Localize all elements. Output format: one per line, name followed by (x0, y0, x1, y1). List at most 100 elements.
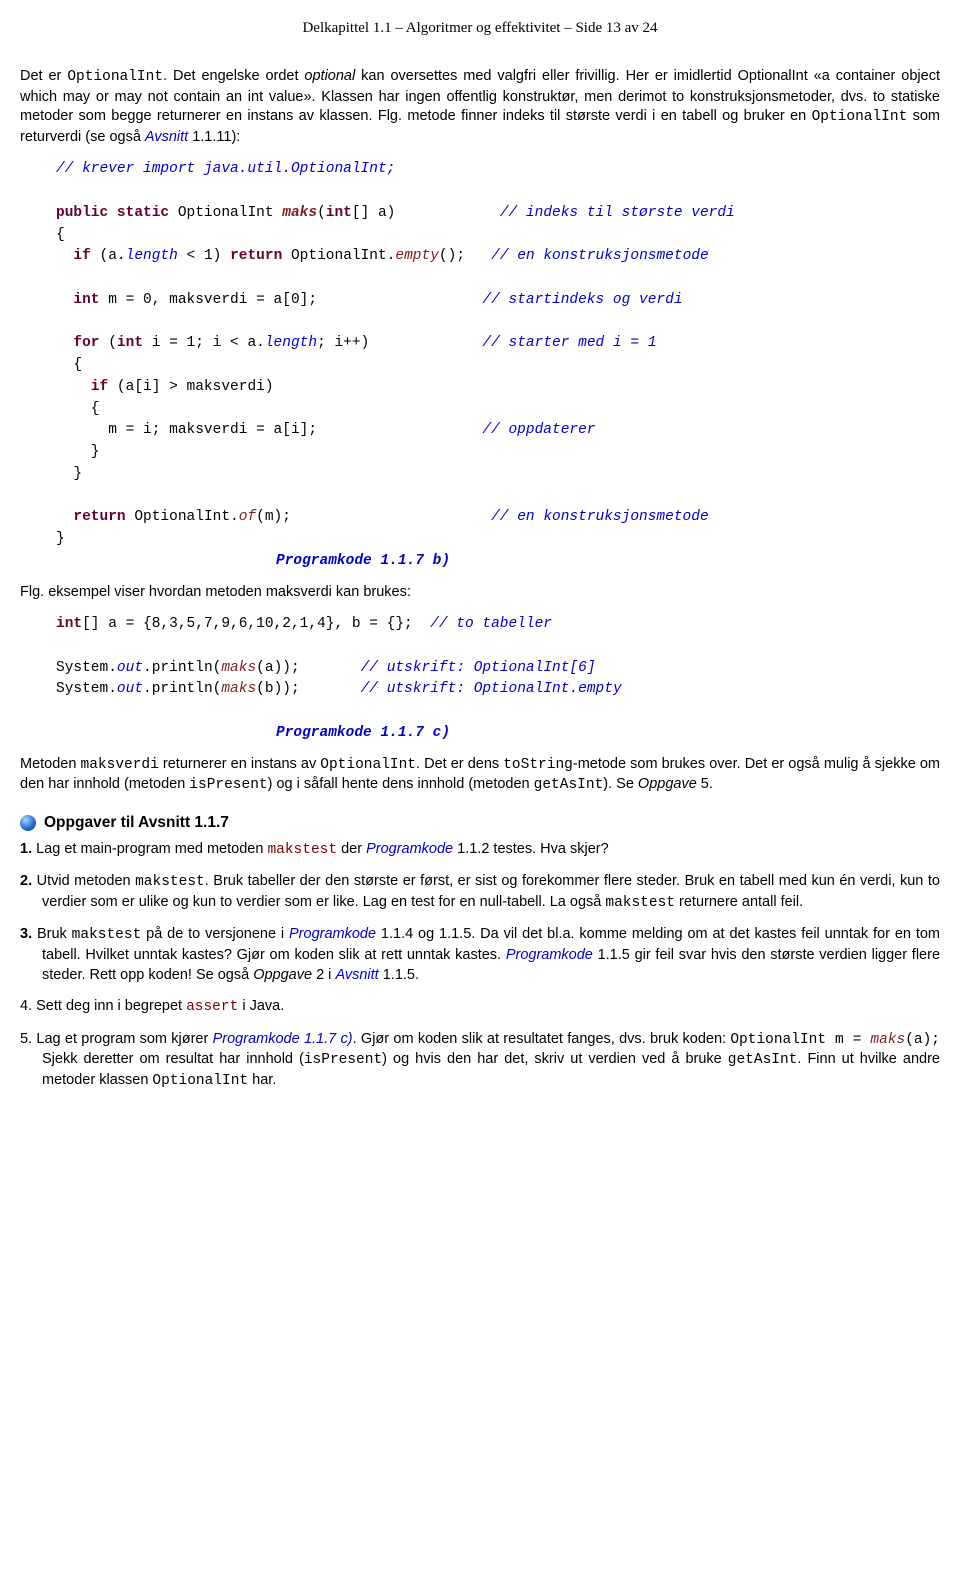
keyword: if (56, 248, 91, 264)
text: (a[i] > maksverdi) (108, 379, 273, 395)
paragraph-2: Flg. eksempel viser hvordan metoden maks… (20, 583, 940, 603)
text: OptionalInt. (282, 248, 395, 264)
section-title-text: Oppgaver til Avsnitt 1.1.7 (44, 814, 229, 832)
link-programkode[interactable]: Programkode (506, 947, 593, 963)
text: [] a) (352, 205, 396, 221)
comment: // to tabeller (430, 616, 552, 632)
code-caption: Programkode 1.1.7 b) (276, 551, 940, 573)
text: . Det engelske ordet (163, 68, 304, 84)
property: out (117, 660, 143, 676)
code-inline: OptionalInt (152, 1073, 248, 1089)
method: maks (221, 681, 256, 697)
keyword: int (326, 205, 352, 221)
comment: // oppdaterer (482, 422, 595, 438)
text: 1.1.2 testes. Hva skjer? (453, 841, 609, 857)
property: length (126, 248, 178, 264)
link-avsnitt[interactable]: Avsnitt (145, 129, 188, 145)
text: i = 1; i < a. (143, 335, 265, 351)
method: empty (395, 248, 439, 264)
comment: // utskrift: OptionalInt.empty (361, 681, 622, 697)
code-inline: maksverdi (81, 757, 159, 773)
section-heading-oppgaver: Oppgaver til Avsnitt 1.1.7 (20, 814, 940, 832)
text: ( (100, 335, 117, 351)
function-name: maks (282, 205, 317, 221)
code-inline: OptionalInt m = (730, 1032, 870, 1048)
brace: { (56, 227, 65, 243)
text: .println( (143, 660, 221, 676)
brace: { (56, 357, 82, 373)
link-programkode[interactable]: Programkode (213, 1031, 300, 1047)
brace: } (56, 466, 82, 482)
text: Lag et program som kjører (32, 1031, 213, 1047)
keyword: if (56, 379, 108, 395)
item-number: 3. (20, 926, 32, 942)
code-inline: makstest (267, 842, 337, 858)
code-block-2: int[] a = {8,3,5,7,9,6,10,2,1,4}, b = {}… (56, 614, 940, 745)
code-block-1: // krever import java.util.OptionalInt; … (56, 159, 940, 572)
text: Sjekk deretter om resultat har innhold ( (42, 1051, 304, 1067)
link-programkode-c[interactable]: 1.1.7 c) (304, 1031, 353, 1047)
item-number: 4. (20, 998, 32, 1014)
exercise-list: 1. Lag et main-program med metoden makst… (20, 840, 940, 1092)
text: Utvid metoden (32, 873, 135, 889)
paragraph-1: Det er OptionalInt. Det engelske ordet o… (20, 67, 940, 147)
text: i Java. (238, 998, 284, 1014)
text: Bruk (32, 926, 72, 942)
brace: } (56, 531, 65, 547)
keyword: return (230, 248, 282, 264)
paragraph-3: Metoden maksverdi returnerer en instans … (20, 755, 940, 796)
keyword: int (117, 335, 143, 351)
italic-text: Oppgave (253, 967, 312, 983)
type: OptionalInt (178, 205, 274, 221)
comment: // indeks til største verdi (500, 205, 735, 221)
comment: // starter med i = 1 (482, 335, 656, 351)
text: 5. (697, 776, 713, 792)
method: of (239, 509, 256, 525)
exercise-item-5: 5. Lag et program som kjører Programkode… (20, 1030, 940, 1092)
italic-text: Oppgave (638, 776, 697, 792)
comment: // en konstruksjonsmetode (491, 509, 709, 525)
text: (a. (91, 248, 126, 264)
text: System. (56, 660, 117, 676)
item-number: 5. (20, 1031, 32, 1047)
item-number: 1. (20, 841, 32, 857)
text: ) og i såfall hente dens innhold (metode… (268, 776, 534, 792)
code-inline: makstest (135, 874, 205, 890)
method: maks (870, 1032, 905, 1048)
text: m = 0, maksverdi = a[0]; (100, 292, 318, 308)
keyword: int (56, 616, 82, 632)
code-inline: toString (503, 757, 573, 773)
comment: // krever import java.util.OptionalInt; (56, 161, 395, 177)
keyword: public static (56, 205, 169, 221)
link-programkode[interactable]: Programkode (366, 841, 453, 857)
property: out (117, 681, 143, 697)
text: ; i++) (317, 335, 369, 351)
text: m = i; maksverdi = a[i]; (56, 422, 317, 438)
code-inline: OptionalInt (67, 69, 163, 85)
keyword: int (56, 292, 100, 308)
exercise-item-2: 2. Utvid metoden makstest. Bruk tabeller… (20, 872, 940, 913)
brace: } (56, 444, 100, 460)
text: 1.1.5. (379, 967, 419, 983)
text: (m); (256, 509, 291, 525)
code-inline: isPresent (189, 777, 267, 793)
text: ) og hvis den har det, skriv ut verdien … (382, 1051, 728, 1067)
text: System. (56, 681, 117, 697)
link-avsnitt[interactable]: Avsnitt (335, 967, 378, 983)
code-caption: Programkode 1.1.7 c) (276, 723, 940, 745)
code-inline: makstest (605, 895, 675, 911)
sphere-icon (20, 815, 36, 831)
text: 1.1.11): (188, 129, 240, 145)
code-inline: makstest (72, 927, 142, 943)
code-inline: assert (186, 999, 238, 1015)
text: (); (439, 248, 465, 264)
text: returnerer en instans av (159, 756, 320, 772)
comment: // utskrift: OptionalInt[6] (361, 660, 596, 676)
link-programkode[interactable]: Programkode (289, 926, 376, 942)
item-number: 2. (20, 873, 32, 889)
text: < 1) (178, 248, 230, 264)
text: (a)); (256, 660, 300, 676)
exercise-item-4: 4. Sett deg inn i begrepet assert i Java… (20, 997, 940, 1018)
text: (b)); (256, 681, 300, 697)
italic-text: optional (304, 68, 355, 84)
